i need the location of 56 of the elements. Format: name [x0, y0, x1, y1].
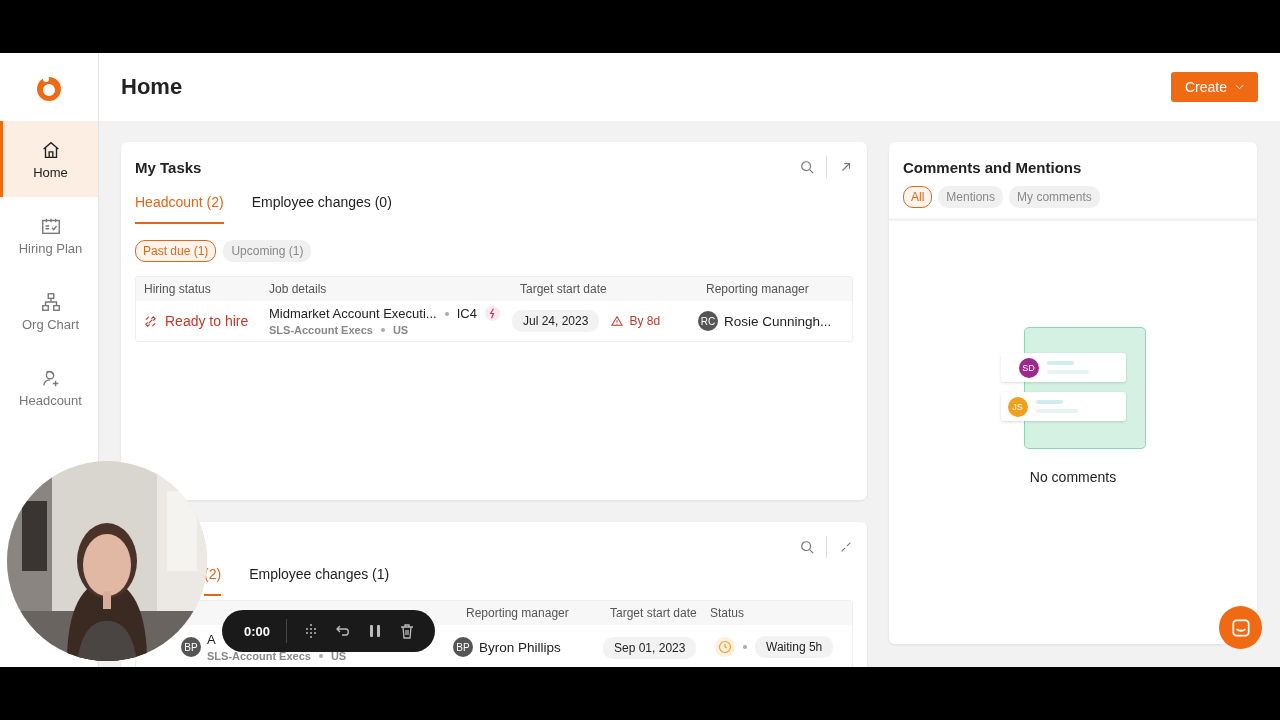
card-title: My Tasks: [135, 158, 202, 176]
empty-comments-drawing: SD JS: [1000, 327, 1146, 449]
job-title[interactable]: A: [207, 632, 216, 647]
warning-icon: [611, 315, 624, 327]
status-text: Ready to hire: [165, 313, 249, 329]
filter-chip[interactable]: Past due (1): [135, 240, 217, 262]
date-chip: Jul 24, 2023: [512, 310, 600, 332]
filter-chip[interactable]: My comments: [1009, 186, 1100, 208]
date-chip: Sep 01, 2023: [603, 637, 697, 659]
trash-icon[interactable]: [399, 623, 416, 639]
page-title: Home: [121, 74, 183, 100]
clock-icon: [715, 637, 735, 657]
chat-button[interactable]: [1219, 606, 1262, 649]
recording-timer: 0:00: [244, 623, 271, 639]
manager-name: Byron Phillips: [479, 639, 561, 655]
status-chip: Waiting 5h: [755, 636, 834, 658]
tab[interactable]: Headcount (2): [135, 192, 224, 224]
manager-name: Rosie Cunningh...: [724, 313, 832, 329]
column-header: Hiring status: [143, 282, 212, 296]
column-header: Status: [710, 606, 746, 620]
collapse-icon[interactable]: [839, 540, 853, 554]
caret-icon: [1235, 84, 1244, 90]
undo-icon[interactable]: [335, 623, 352, 639]
team-text: SLS-Account Execs: [207, 650, 311, 662]
broken-link-icon: [144, 314, 157, 328]
avatar: RC: [698, 311, 718, 331]
org-chart-icon: [39, 290, 62, 313]
filter-chip[interactable]: All: [903, 186, 933, 208]
tab[interactable]: Employee changes (1): [249, 564, 390, 596]
column-header: Target start date: [519, 282, 608, 296]
tab[interactable]: Employee changes (0): [251, 192, 392, 224]
filter-chip[interactable]: Upcoming (1): [223, 240, 312, 262]
card-title: Comments and Mentions: [903, 159, 1083, 176]
column-header: Reporting manager: [706, 282, 810, 296]
filter-chip[interactable]: Mentions: [938, 186, 1004, 208]
sidebar-item[interactable]: Headcount: [0, 349, 98, 425]
column-header: Target start date: [610, 606, 698, 620]
location-text: US: [330, 650, 347, 662]
due-text: By 8d: [629, 314, 661, 328]
search-icon[interactable]: [800, 540, 814, 554]
sidebar-item[interactable]: Home: [0, 121, 98, 197]
column-header: Reporting manager: [466, 606, 570, 620]
sidebar-item[interactable]: Org Chart: [0, 273, 98, 349]
avatar: BP: [453, 637, 473, 657]
job-level: IC4: [456, 306, 477, 321]
chat-icon: [1229, 616, 1252, 639]
avatar: BP: [181, 637, 201, 657]
create-button[interactable]: Create: [1170, 72, 1258, 102]
empty-state-text: No comments: [1029, 469, 1117, 485]
job-title[interactable]: Midmarket Account Executi...: [269, 306, 437, 321]
location-text: US: [392, 324, 409, 336]
search-icon[interactable]: [800, 160, 814, 174]
team-text: SLS-Account Execs: [269, 324, 373, 336]
sidebar-item[interactable]: Hiring Plan: [0, 197, 98, 273]
column-header: Job details: [269, 282, 328, 296]
bolt-icon: [484, 306, 500, 321]
